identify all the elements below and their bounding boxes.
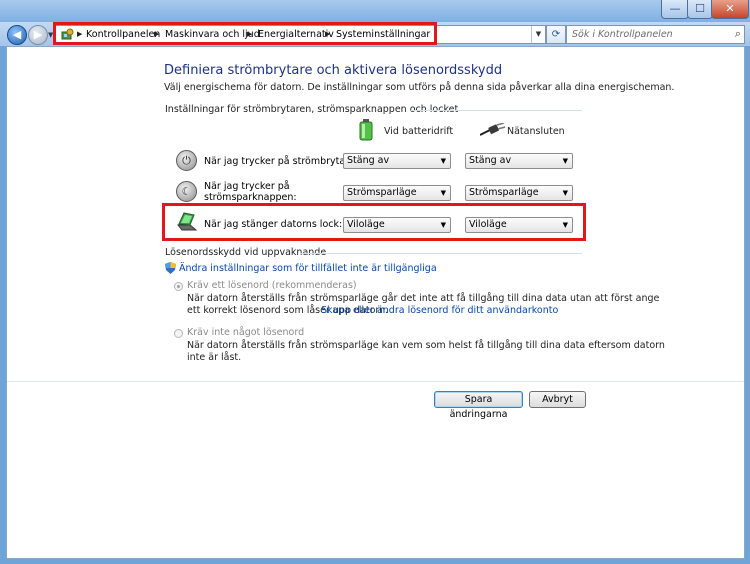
minimize-button[interactable]: — xyxy=(661,0,689,19)
change-unavailable-settings-link[interactable]: Ändra inställningar som för tillfället i… xyxy=(179,263,437,274)
select-value: Stäng av xyxy=(347,155,390,166)
back-button[interactable]: ◀ xyxy=(7,25,27,45)
select-value: Strömsparläge xyxy=(469,187,539,198)
maximize-button[interactable]: ☐ xyxy=(687,0,713,19)
search-icon[interactable]: ⌕ xyxy=(735,27,741,41)
sleep-button-plugged-select[interactable]: Strömsparläge ▼ xyxy=(465,185,573,201)
forward-button[interactable]: ▶ xyxy=(28,25,48,45)
power-plug-icon xyxy=(480,123,506,136)
close-button[interactable]: ✕ xyxy=(711,0,749,19)
save-changes-button[interactable]: Spara ändringarna xyxy=(434,391,523,420)
require-password-label: Kräv ett lösenord (rekommenderas) xyxy=(187,280,357,291)
footer-divider xyxy=(7,381,744,382)
chevron-down-icon: ▼ xyxy=(562,157,568,165)
address-highlight-box xyxy=(53,22,437,45)
cancel-button[interactable]: Avbryt xyxy=(529,391,586,408)
refresh-icon[interactable]: ⟳ xyxy=(546,25,566,44)
chevron-down-icon: ▼ xyxy=(440,157,446,165)
require-password-description: När datorn återställs från strömsparläge… xyxy=(187,293,660,304)
main-content: Definiera strömbrytare och aktivera löse… xyxy=(6,46,745,559)
no-password-label: Kräv inte något lösenord xyxy=(187,327,305,338)
create-password-link[interactable]: Skapa eller ändra lösenord för ditt anvä… xyxy=(321,305,558,317)
sleep-button-battery-select[interactable]: Strömsparläge ▼ xyxy=(343,185,451,201)
explorer-window: — ☐ ✕ ◀ ▶ ▼ ▶ Kontrollpanelen ▶ Maskinva… xyxy=(0,0,750,564)
chevron-down-icon: ▼ xyxy=(440,189,446,197)
no-password-description: När datorn återställs från strömsparläge… xyxy=(187,340,665,351)
power-button-plugged-select[interactable]: Stäng av ▼ xyxy=(465,153,573,169)
page-description: Välj energischema för datorn. De inställ… xyxy=(164,82,675,93)
address-dropdown-icon[interactable]: ▼ xyxy=(531,26,545,43)
sleep-button-row-label: När jag trycker på strömsparknappen: xyxy=(204,181,297,203)
lid-row-highlight-box xyxy=(162,203,586,241)
chevron-down-icon: ▼ xyxy=(562,189,568,197)
require-password-radio[interactable] xyxy=(174,282,183,291)
no-password-description-line2: inte är låst. xyxy=(187,352,242,363)
power-button-battery-select[interactable]: Stäng av ▼ xyxy=(343,153,451,169)
select-value: Stäng av xyxy=(469,155,512,166)
search-placeholder: Sök i Kontrollpanelen xyxy=(572,29,673,40)
title-bar: — ☐ ✕ xyxy=(0,0,750,22)
battery-column-label: Vid batteridrift xyxy=(384,126,454,137)
select-value: Strömsparläge xyxy=(347,187,417,198)
uac-shield-icon xyxy=(165,262,176,274)
battery-icon xyxy=(359,119,373,141)
search-box[interactable]: Sök i Kontrollpanelen ⌕ xyxy=(566,25,745,44)
power-button-icon: ⏻ xyxy=(176,150,197,171)
sleep-button-icon: ☾ xyxy=(176,181,197,202)
page-title: Definiera strömbrytare och aktivera löse… xyxy=(164,63,503,78)
plugged-column-label: Nätansluten xyxy=(507,126,565,137)
section-divider xyxy=(411,110,582,111)
power-button-row-label: När jag trycker på strömbrytaren: xyxy=(204,156,364,167)
no-password-radio[interactable] xyxy=(174,329,183,338)
section-divider xyxy=(300,253,582,254)
